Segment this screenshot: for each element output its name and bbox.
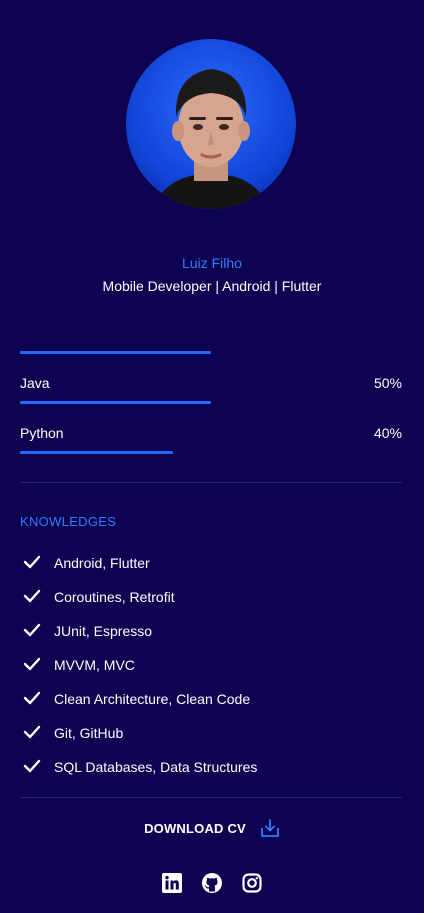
knowledge-label: Clean Architecture, Clean Code: [54, 691, 251, 707]
linkedin-icon[interactable]: [162, 873, 182, 893]
list-item: JUnit, Espresso: [20, 621, 257, 655]
check-icon: [23, 555, 41, 569]
check-icon: [23, 725, 41, 739]
skill-bar-python: [20, 451, 173, 454]
skill-percent-python: 40%: [373, 425, 402, 441]
github-icon[interactable]: [202, 873, 222, 893]
check-icon: [23, 623, 41, 637]
profile-name: Luiz Filho: [182, 255, 242, 271]
instagram-icon[interactable]: [242, 873, 262, 893]
knowledge-label: Coroutines, Retrofit: [54, 589, 175, 605]
check-icon: [23, 759, 41, 773]
social-links: [0, 873, 424, 893]
knowledges-title: KNOWLEDGES: [20, 514, 117, 529]
list-item: SQL Databases, Data Structures: [20, 757, 257, 791]
knowledge-label: JUnit, Espresso: [54, 623, 153, 639]
divider-bottom: [20, 797, 402, 798]
download-icon: [261, 819, 279, 837]
skill-percent-java: 50%: [373, 375, 402, 391]
list-item: Git, GitHub: [20, 723, 257, 757]
check-icon: [23, 691, 41, 705]
check-icon: [23, 589, 41, 603]
download-cv-label: DOWNLOAD CV: [144, 820, 246, 836]
list-item: MVVM, MVC: [20, 655, 257, 689]
download-cv-button[interactable]: DOWNLOAD CV: [0, 818, 424, 838]
skill-bar-java: [20, 401, 211, 404]
knowledge-label: Git, GitHub: [54, 725, 124, 741]
list-item: Clean Architecture, Clean Code: [20, 689, 257, 723]
avatar-photo: [126, 39, 296, 209]
list-item: Coroutines, Retrofit: [20, 587, 257, 621]
skill-bar-top: [20, 351, 211, 354]
knowledge-label: MVVM, MVC: [54, 657, 135, 673]
divider-top: [20, 482, 402, 483]
knowledge-label: SQL Databases, Data Structures: [54, 759, 258, 775]
skill-label-python: Python: [20, 425, 64, 441]
profile-role: Mobile Developer | Android | Flutter: [102, 278, 322, 294]
avatar: [126, 39, 296, 209]
knowledges-list: Android, Flutter Coroutines, Retrofit JU…: [20, 553, 257, 791]
check-icon: [23, 657, 41, 671]
skill-label-java: Java: [20, 375, 50, 391]
list-item: Android, Flutter: [20, 553, 257, 587]
knowledge-label: Android, Flutter: [54, 555, 150, 571]
